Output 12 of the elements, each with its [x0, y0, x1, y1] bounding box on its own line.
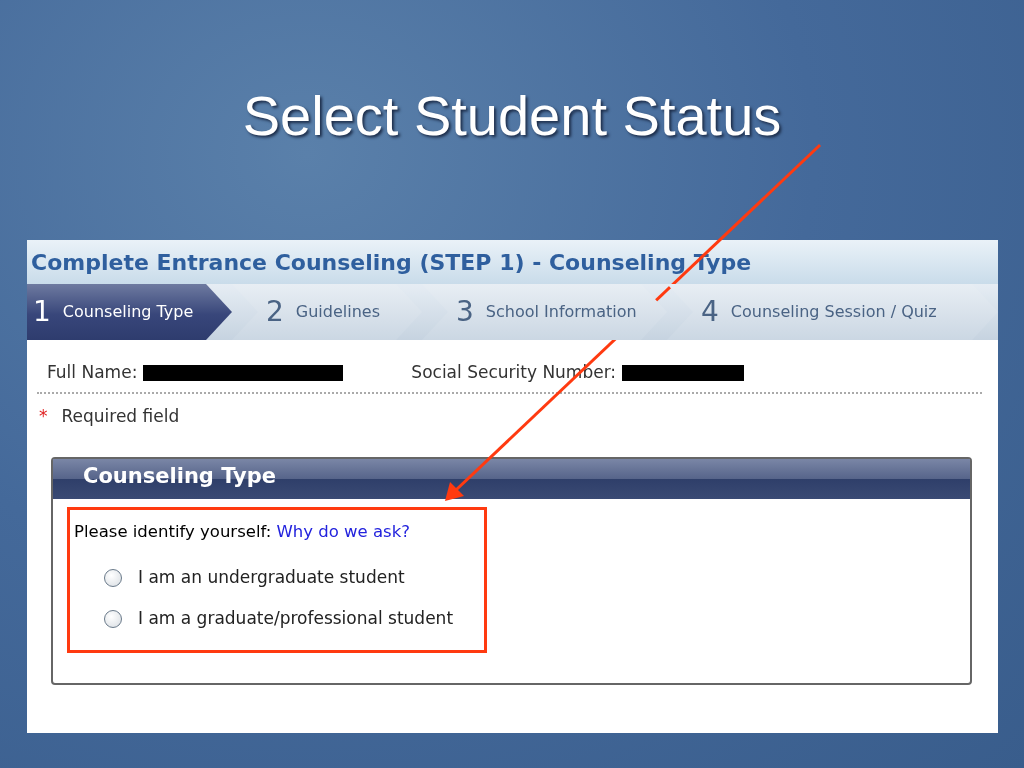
option-label: I am an undergraduate student [138, 565, 405, 589]
help-link[interactable]: Why do we ask? [276, 522, 411, 541]
option-label: I am a graduate/professional student [138, 607, 454, 631]
step-tab[interactable]: 1 Counseling Type [27, 284, 232, 340]
required-note: Required field [61, 405, 180, 426]
section-title: Counseling Type [53, 459, 970, 499]
slide-title: Select Student Status [242, 88, 782, 144]
page-title: Complete Entrance Counseling (STEP 1) - Counseling Type [27, 240, 998, 284]
field-label: Full Name: [47, 362, 138, 382]
prompt-text: Please identify yourself: [74, 522, 272, 541]
step-tab[interactable]: 4 Counseling Session / Quiz [667, 284, 998, 340]
required-mark: * [39, 405, 48, 426]
